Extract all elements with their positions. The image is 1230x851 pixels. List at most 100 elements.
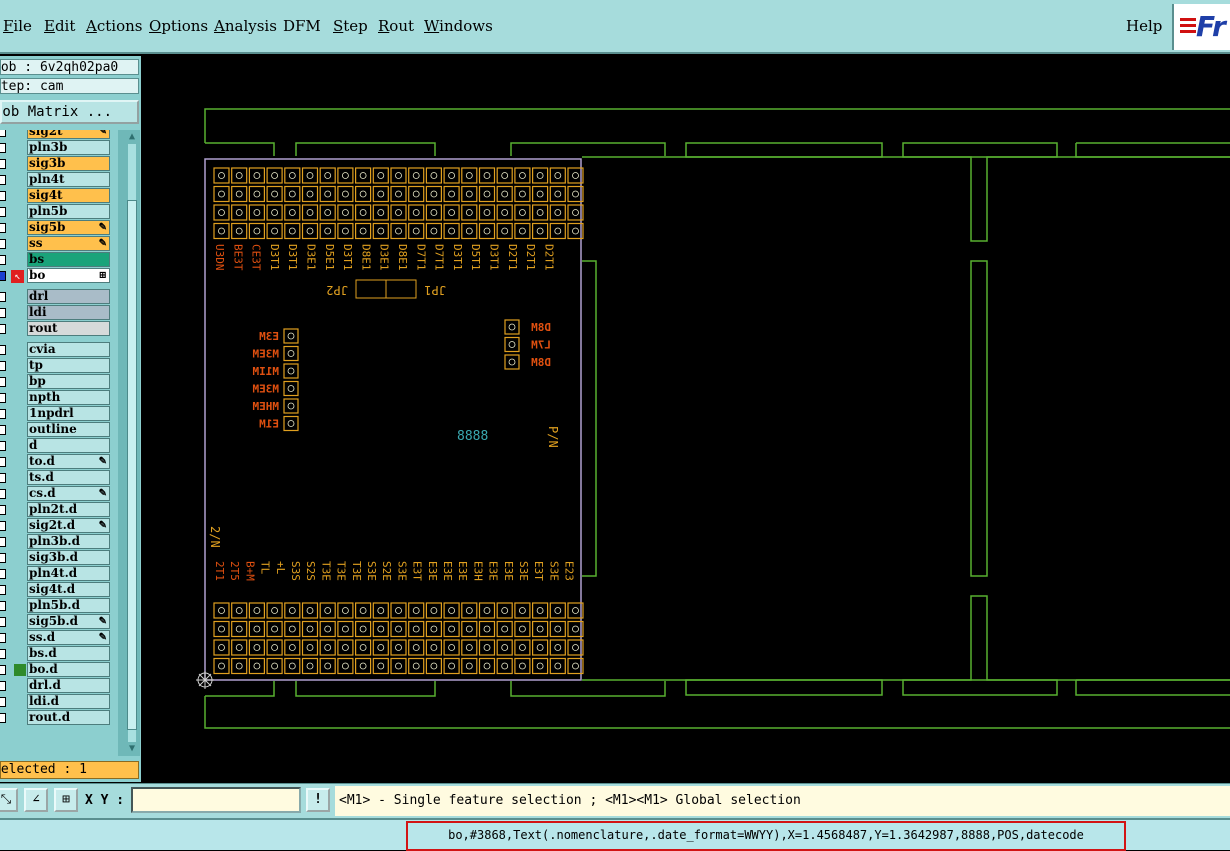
layer-checkbox[interactable]: [0, 255, 6, 265]
layer-checkbox[interactable]: [0, 649, 6, 659]
pcb-view[interactable]: U3DN BE3T CE3T D3T1 D3T1 D3E1 D5E1 D3T1 D8E1 D3E1…: [141, 56, 1230, 782]
layer-row-pln5b[interactable]: pln5b: [0, 204, 112, 220]
layer-row-pln5b-d[interactable]: pln5b.d: [0, 598, 112, 614]
layer-row-to-d[interactable]: to.d ✎: [0, 454, 112, 470]
layer-checkbox[interactable]: [0, 489, 6, 499]
layer-checkbox[interactable]: [0, 457, 6, 467]
menu-windows[interactable]: Windows: [424, 17, 493, 35]
layer-name[interactable]: bs: [27, 252, 110, 267]
layer-checkbox[interactable]: [0, 713, 6, 723]
layer-row-drl[interactable]: drl: [0, 289, 112, 305]
layer-name[interactable]: pln5b.d: [27, 598, 110, 613]
layer-name[interactable]: pln3b.d: [27, 534, 110, 549]
layer-row-rout[interactable]: rout: [0, 321, 112, 337]
scroll-up-icon[interactable]: ▲: [127, 132, 137, 142]
menu-step[interactable]: Step: [333, 17, 368, 35]
layer-name[interactable]: tp: [27, 358, 110, 373]
layer-name[interactable]: bo.d: [27, 662, 110, 677]
layer-name[interactable]: d: [27, 438, 110, 453]
layer-checkbox[interactable]: [0, 324, 6, 334]
layer-options-icon[interactable]: ⊞: [99, 269, 107, 282]
layer-checkbox[interactable]: [0, 308, 6, 318]
layer-checkbox[interactable]: [0, 425, 6, 435]
layer-name[interactable]: ss ✎: [27, 236, 110, 251]
layer-checkbox[interactable]: [0, 143, 6, 153]
layer-checkbox[interactable]: [0, 633, 6, 643]
layer-name[interactable]: cs.d ✎: [27, 486, 110, 501]
layer-checkbox[interactable]: [0, 271, 6, 281]
layer-name[interactable]: ldi: [27, 305, 110, 320]
menu-options[interactable]: Options: [149, 17, 208, 35]
layer-row-bs-d[interactable]: bs.d: [0, 646, 112, 662]
xy-input[interactable]: [131, 787, 301, 813]
layer-name[interactable]: cvia: [27, 342, 110, 357]
layer-checkbox[interactable]: [0, 537, 6, 547]
zoom-tool-icon[interactable]: ⤡: [0, 788, 18, 812]
layer-checkbox[interactable]: [0, 697, 6, 707]
layer-checkbox[interactable]: [0, 473, 6, 483]
layer-name[interactable]: rout.d: [27, 710, 110, 725]
layer-name[interactable]: sig4t: [27, 188, 110, 203]
layer-row-ss-d[interactable]: ss.d ✎: [0, 630, 112, 646]
layer-checkbox[interactable]: [0, 159, 6, 169]
layer-row-pln4t[interactable]: pln4t: [0, 172, 112, 188]
scroll-thumb[interactable]: [127, 200, 137, 730]
layer-checkbox[interactable]: [0, 505, 6, 515]
layer-row-sig4t[interactable]: sig4t: [0, 188, 112, 204]
layer-checkbox[interactable]: [0, 239, 6, 249]
layer-checkbox[interactable]: [0, 175, 6, 185]
layer-row-ldi[interactable]: ldi: [0, 305, 112, 321]
layer-name[interactable]: bp: [27, 374, 110, 389]
layer-row-pln4t-d[interactable]: pln4t.d: [0, 566, 112, 582]
layer-row-npth[interactable]: npth: [0, 390, 112, 406]
layer-checkbox[interactable]: [0, 569, 6, 579]
layer-row-cs-d[interactable]: cs.d ✎: [0, 486, 112, 502]
menu-file[interactable]: File: [3, 17, 32, 35]
layer-row-pln3b-d[interactable]: pln3b.d: [0, 534, 112, 550]
layer-row-sig5b[interactable]: sig5b ✎: [0, 220, 112, 236]
layer-checkbox[interactable]: [0, 553, 6, 563]
layer-row-cvia[interactable]: cvia: [0, 342, 112, 358]
layer-row-pln3b[interactable]: pln3b: [0, 140, 112, 156]
layer-name[interactable]: sig2t.d ✎: [27, 518, 110, 533]
layer-checkbox[interactable]: [0, 130, 6, 137]
layer-row-bo-d[interactable]: bo.d: [0, 662, 112, 678]
layer-name[interactable]: drl: [27, 289, 110, 304]
layer-row-tp[interactable]: tp: [0, 358, 112, 374]
layer-row-bp[interactable]: bp: [0, 374, 112, 390]
layer-row-bo[interactable]: ↖ bo ⊞: [0, 268, 112, 284]
layer-name[interactable]: pln5b: [27, 204, 110, 219]
measure-tool-icon[interactable]: ∠: [24, 788, 48, 812]
layer-checkbox[interactable]: [0, 292, 6, 302]
layer-name[interactable]: to.d ✎: [27, 454, 110, 469]
layer-checkbox[interactable]: [0, 191, 6, 201]
layer-checkbox[interactable]: [0, 409, 6, 419]
grid-tool-icon[interactable]: ⊞: [54, 788, 78, 812]
layer-row-1npdrl[interactable]: 1npdrl: [0, 406, 112, 422]
menu-help[interactable]: Help: [1126, 17, 1162, 35]
layer-name[interactable]: bo ⊞: [27, 268, 110, 283]
layer-name[interactable]: pln3b: [27, 140, 110, 155]
menu-actions[interactable]: Actions: [86, 17, 142, 35]
scroll-down-icon[interactable]: ▼: [127, 744, 137, 754]
layer-name[interactable]: sig5b ✎: [27, 220, 110, 235]
menu-rout[interactable]: Rout: [378, 17, 414, 35]
layer-checkbox[interactable]: [0, 361, 6, 371]
layer-row-ldi-d[interactable]: ldi.d: [0, 694, 112, 710]
layer-checkbox[interactable]: [0, 377, 6, 387]
layer-name[interactable]: npth: [27, 390, 110, 405]
layer-row-sig5b-d[interactable]: sig5b.d ✎: [0, 614, 112, 630]
layer-checkbox[interactable]: [0, 665, 6, 675]
layer-row-sig3b-d[interactable]: sig3b.d: [0, 550, 112, 566]
layer-name[interactable]: outline: [27, 422, 110, 437]
layer-checkbox[interactable]: [0, 617, 6, 627]
layer-row-sig4t-d[interactable]: sig4t.d: [0, 582, 112, 598]
layer-checkbox[interactable]: [0, 393, 6, 403]
menu-edit[interactable]: Edit: [44, 17, 75, 35]
layer-name[interactable]: sig4t.d: [27, 582, 110, 597]
layer-name[interactable]: sig3b.d: [27, 550, 110, 565]
layer-row-drl-d[interactable]: drl.d: [0, 678, 112, 694]
layer-checkbox[interactable]: [0, 207, 6, 217]
menu-analysis[interactable]: Analysis: [214, 17, 277, 35]
layer-row-sig3b[interactable]: sig3b: [0, 156, 112, 172]
